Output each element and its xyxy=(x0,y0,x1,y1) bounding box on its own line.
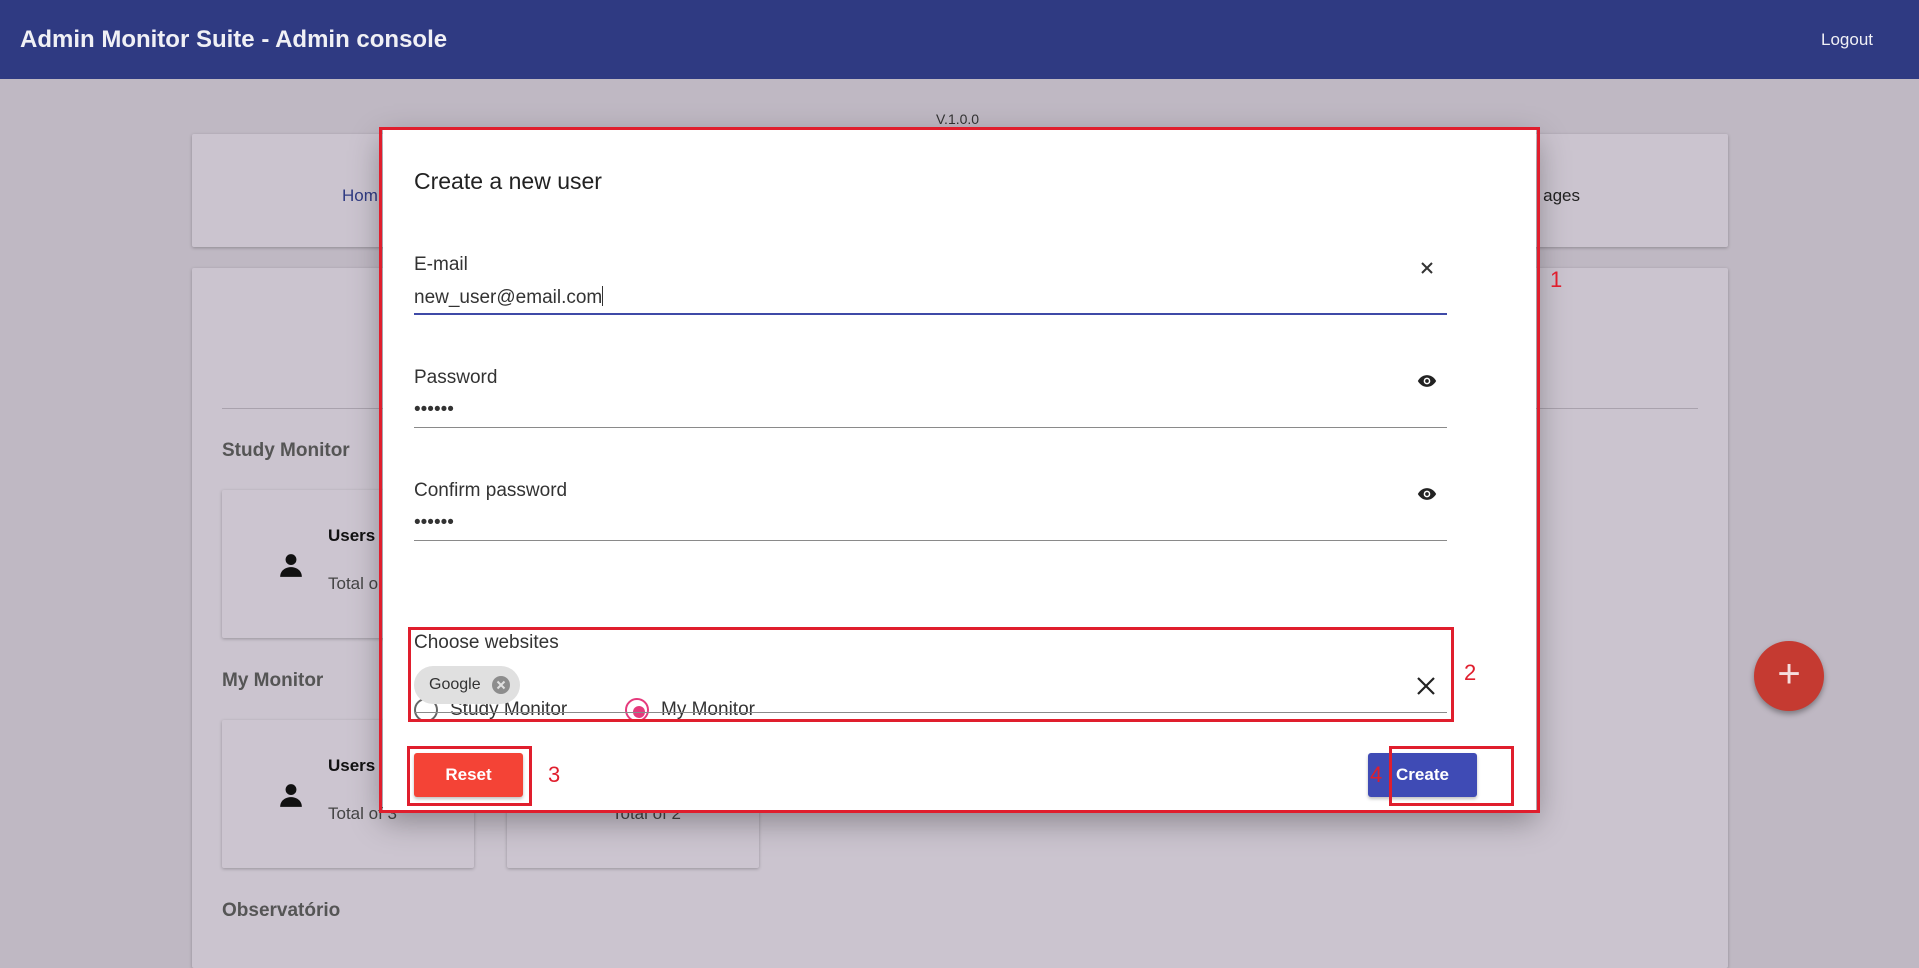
chip-label: Google xyxy=(429,676,481,693)
annotation-number-4: 4 xyxy=(1370,762,1383,787)
create-button[interactable]: Create xyxy=(1368,753,1477,797)
websites-label: Choose websites xyxy=(414,632,559,653)
radio-circle xyxy=(625,698,649,722)
confirm-password-label: Confirm password xyxy=(414,480,568,501)
annotation-number-2: 2 xyxy=(1464,660,1477,685)
annotation-number-3: 3 xyxy=(548,762,561,787)
section-title-study-monitor: Study Monitor xyxy=(222,440,350,461)
card-title: Users xyxy=(328,526,376,545)
eye-icon[interactable] xyxy=(1417,484,1437,504)
close-icon[interactable] xyxy=(1417,258,1437,278)
email-value: new_user@email.com xyxy=(414,287,603,308)
nav-link-home[interactable]: Hom xyxy=(342,186,378,206)
radio-label: My Monitor xyxy=(661,699,755,720)
password-field[interactable]: Password •••••• xyxy=(414,367,1447,429)
confirm-password-input[interactable]: •••••• xyxy=(414,512,454,534)
person-icon xyxy=(280,554,302,577)
eye-icon[interactable] xyxy=(1417,371,1437,391)
section-title-my-monitor: My Monitor xyxy=(222,670,324,691)
password-input[interactable]: •••••• xyxy=(414,399,454,421)
reset-button[interactable]: Reset xyxy=(414,753,523,797)
app-header: Admin Monitor Suite - Admin console Logo… xyxy=(0,0,1919,79)
email-field[interactable]: E-mail new_user@email.com xyxy=(414,254,1447,316)
card-subtitle: Total o xyxy=(328,574,379,593)
password-underline xyxy=(414,427,1447,428)
text-caret xyxy=(602,286,604,306)
card-title: Users xyxy=(328,756,376,775)
version-label: V.1.0.0 xyxy=(936,111,980,127)
chip-remove-icon[interactable] xyxy=(492,676,510,694)
section-title-observatorio: Observatório xyxy=(222,900,341,921)
confirm-password-field[interactable]: Confirm password •••••• xyxy=(414,480,1447,542)
nav-link-pages[interactable]: ages xyxy=(1543,186,1580,206)
app-title: Admin Monitor Suite - Admin console xyxy=(20,26,448,53)
email-underline xyxy=(414,313,1447,315)
email-input[interactable]: new_user@email.com xyxy=(414,286,604,309)
logout-button[interactable]: Logout xyxy=(1821,30,1873,50)
website-chip-google[interactable]: Google xyxy=(414,666,520,704)
annotation-number-1: 1 xyxy=(1550,267,1563,292)
email-label: E-mail xyxy=(414,254,468,275)
confirm-password-underline xyxy=(414,540,1447,541)
password-label: Password xyxy=(414,367,498,388)
clear-websites-icon[interactable] xyxy=(1415,675,1437,697)
add-fab-button[interactable]: + xyxy=(1754,641,1824,711)
websites-underline xyxy=(414,712,1447,713)
person-icon xyxy=(280,784,302,807)
dialog-title: Create a new user xyxy=(414,168,602,194)
create-user-dialog: Create a new user E-mail new_user@email.… xyxy=(383,130,1536,810)
